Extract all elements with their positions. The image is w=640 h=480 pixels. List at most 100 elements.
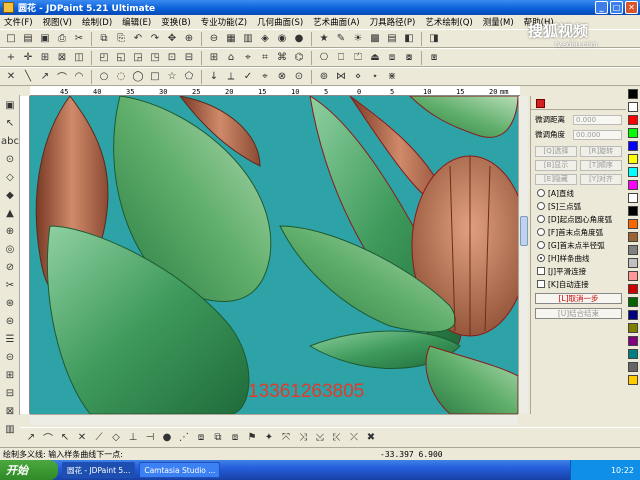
standard-tool-icon[interactable]: ▣ <box>38 32 52 46</box>
node-tool-icon[interactable]: ⋰ <box>177 431 191 445</box>
toolbox-tool-icon[interactable]: ◇ <box>2 170 18 185</box>
menu-item[interactable]: 刀具路径(P) <box>370 16 416 28</box>
menu-item[interactable]: 变换(B) <box>161 16 190 28</box>
menu-item[interactable]: 视图(V) <box>43 16 72 28</box>
horizontal-scrollbar[interactable] <box>30 414 518 425</box>
node-tool-icon[interactable]: ↗ <box>24 431 38 445</box>
curve-mode-option[interactable]: [D]起点圆心角度弧 <box>537 214 622 224</box>
color-swatch[interactable] <box>628 193 638 203</box>
toolbox-tool-icon[interactable]: ⊘ <box>2 260 18 275</box>
edit-tool-icon[interactable]: + <box>4 51 18 65</box>
standard-tool-icon[interactable]: ◨ <box>427 32 441 46</box>
edit-tool-icon[interactable]: ⎕ <box>334 51 348 65</box>
menu-item[interactable]: 文件(F) <box>4 16 33 28</box>
color-swatch[interactable] <box>628 336 638 346</box>
toolbox-tool-icon[interactable]: ⊞ <box>2 368 18 383</box>
edit-tool-icon[interactable]: ◲ <box>131 51 145 65</box>
curve-mode-option[interactable]: [F]首末点角度弧 <box>537 227 622 237</box>
node-tool-icon[interactable]: ⊣ <box>143 431 157 445</box>
draw-tool-icon[interactable]: ○ <box>97 70 111 84</box>
toolbox-tool-icon[interactable]: ⊜ <box>2 314 18 329</box>
edit-tool-icon[interactable]: ⌂ <box>224 51 238 65</box>
draw-tool-icon[interactable]: ↓ <box>207 70 221 84</box>
scroll-thumb[interactable] <box>520 216 528 246</box>
edit-tool-icon[interactable]: ◰ <box>97 51 111 65</box>
color-swatch[interactable] <box>628 102 638 112</box>
toolbox-tool-icon[interactable]: ▣ <box>2 98 18 113</box>
standard-tool-icon[interactable]: ⊕ <box>182 32 196 46</box>
edit-tool-icon[interactable]: ⌬ <box>292 51 306 65</box>
node-tool-icon[interactable]: ⚑ <box>245 431 259 445</box>
connect-option[interactable]: [J]平滑连接 <box>537 266 622 276</box>
edit-tool-icon[interactable]: ⊟ <box>182 51 196 65</box>
color-swatch[interactable] <box>628 115 638 125</box>
color-swatch[interactable] <box>628 375 638 385</box>
edit-tool-icon[interactable]: ⌗ <box>258 51 272 65</box>
edit-tool-icon[interactable]: ⊞ <box>207 51 221 65</box>
color-swatch[interactable] <box>628 245 638 255</box>
draw-tool-icon[interactable]: ↗ <box>38 70 52 84</box>
color-swatch[interactable] <box>628 128 638 138</box>
toolbox-tool-icon[interactable]: ⊠ <box>2 404 18 419</box>
panel-button[interactable]: [Q]选择 <box>535 146 577 157</box>
node-tool-icon[interactable]: ⌒ <box>41 431 55 445</box>
node-tool-icon[interactable]: ⊥ <box>126 431 140 445</box>
toolbox-tool-icon[interactable]: ⊝ <box>2 350 18 365</box>
color-swatch[interactable] <box>628 310 638 320</box>
node-tool-icon[interactable]: ⤧ <box>279 431 293 445</box>
node-tool-icon[interactable]: ⧉ <box>211 431 225 445</box>
radio-button[interactable] <box>537 254 545 262</box>
node-tool-icon[interactable]: ⤪ <box>330 431 344 445</box>
standard-tool-icon[interactable]: ★ <box>317 32 331 46</box>
toolbox-tool-icon[interactable]: ⊕ <box>2 224 18 239</box>
edit-tool-icon[interactable]: ⊞ <box>38 51 52 65</box>
drawing-canvas[interactable]: 13361263805 <box>30 96 518 414</box>
draw-tool-icon[interactable]: ⌖ <box>258 70 272 84</box>
fine-tune-input[interactable]: 00.000 <box>573 129 622 140</box>
edit-tool-icon[interactable]: ⏏ <box>368 51 382 65</box>
standard-tool-icon[interactable]: ✎ <box>334 32 348 46</box>
maximize-button[interactable]: □ <box>610 1 623 14</box>
color-swatch[interactable] <box>628 219 638 229</box>
edit-tool-icon[interactable]: ◱ <box>114 51 128 65</box>
standard-tool-icon[interactable]: ✂ <box>72 32 86 46</box>
color-swatch[interactable] <box>628 297 638 307</box>
node-tool-icon[interactable]: ● <box>160 431 174 445</box>
color-swatch[interactable] <box>628 232 638 242</box>
panel-button[interactable]: [R]旋转 <box>580 146 622 157</box>
node-tool-icon[interactable]: ✕ <box>75 431 89 445</box>
connect-option[interactable]: [K]自动连接 <box>537 279 622 289</box>
edit-tool-icon[interactable]: ⧆ <box>427 51 441 65</box>
node-tool-icon[interactable]: ✦ <box>262 431 276 445</box>
draw-tool-icon[interactable]: ⋈ <box>334 70 348 84</box>
draw-tool-icon[interactable]: ⊚ <box>317 70 331 84</box>
node-tool-icon[interactable]: ⧈ <box>194 431 208 445</box>
edit-tool-icon[interactable]: ⏍ <box>351 51 365 65</box>
taskbar-task[interactable]: Camtasia Studio ... <box>139 462 221 478</box>
panel-button[interactable]: [B]显示 <box>535 160 577 171</box>
panel-button[interactable]: [T]顺序 <box>580 160 622 171</box>
draw-tool-icon[interactable]: □ <box>148 70 162 84</box>
draw-tool-icon[interactable]: ⊗ <box>275 70 289 84</box>
panel-button[interactable]: [Y]对齐 <box>580 174 622 185</box>
radio-button[interactable] <box>537 228 545 236</box>
menu-item[interactable]: 专业功能(Z) <box>201 16 247 28</box>
color-swatch[interactable] <box>628 180 638 190</box>
edit-tool-icon[interactable]: ⊠ <box>55 51 69 65</box>
color-swatch[interactable] <box>628 167 638 177</box>
close-button[interactable]: ✕ <box>625 1 638 14</box>
toolbox-tool-icon[interactable]: ▲ <box>2 206 18 221</box>
edit-tool-icon[interactable]: ⧇ <box>402 51 416 65</box>
standard-tool-icon[interactable]: ▥ <box>241 32 255 46</box>
color-swatch[interactable] <box>628 349 638 359</box>
radio-button[interactable] <box>537 215 545 223</box>
color-swatch[interactable] <box>628 141 638 151</box>
curve-mode-option[interactable]: [H]样条曲线 <box>537 253 622 263</box>
standard-tool-icon[interactable]: ☀ <box>351 32 365 46</box>
draw-tool-icon[interactable]: ⬠ <box>182 70 196 84</box>
standard-tool-icon[interactable]: ◧ <box>402 32 416 46</box>
toolbox-tool-icon[interactable]: ◎ <box>2 242 18 257</box>
radio-button[interactable] <box>537 202 545 210</box>
standard-tool-icon[interactable]: ● <box>292 32 306 46</box>
standard-tool-icon[interactable]: ⎘ <box>114 32 128 46</box>
